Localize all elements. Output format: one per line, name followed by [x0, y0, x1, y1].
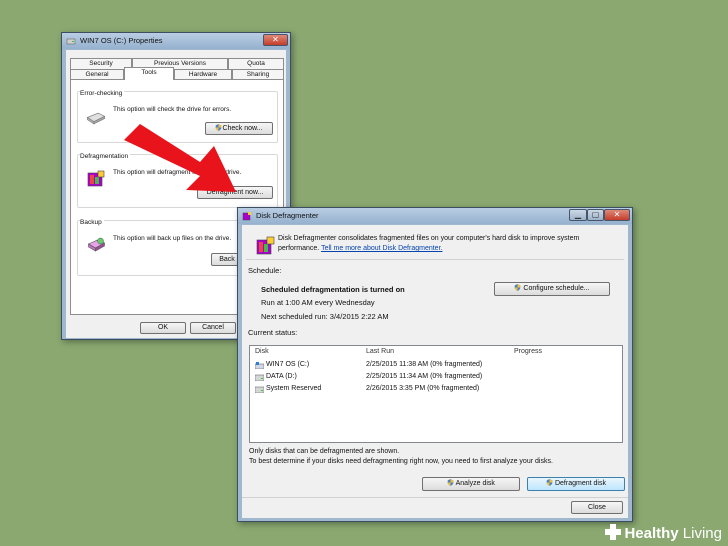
disk-last-run: 2/26/2015 3:35 PM (0% fragmented)	[366, 385, 480, 392]
analyze-disk-button[interactable]: Analyze disk	[422, 477, 520, 491]
shield-icon	[515, 284, 521, 291]
note-line-1: Only disks that can be defragmented are …	[249, 448, 400, 455]
col-last-run[interactable]: Last Run	[366, 348, 394, 355]
tab-tools[interactable]: Tools	[124, 67, 174, 80]
defrag-app-icon	[87, 170, 105, 187]
error-checking-text: This option will check the drive for err…	[113, 106, 232, 113]
defragment-disk-button[interactable]: Defragment disk	[527, 477, 625, 491]
configure-schedule-button[interactable]: Configure schedule...	[494, 282, 610, 296]
intro-text: Disk Defragmenter consolidates fragmente…	[278, 234, 614, 254]
watermark-suffix: Living	[682, 525, 722, 542]
col-disk[interactable]: Disk	[255, 348, 269, 355]
note-line-2: To best determine if your disks need def…	[249, 458, 553, 465]
arrow-shape	[124, 124, 236, 192]
red-arrow-annotation	[124, 124, 236, 192]
hard-drive-icon	[86, 112, 106, 125]
next-run: Next scheduled run: 3/4/2015 2:22 AM	[261, 312, 389, 321]
defrag-app-icon	[242, 212, 251, 221]
intro-separator	[246, 259, 624, 260]
cancel-label: Cancel	[202, 324, 224, 331]
disk-row[interactable]: System Reserved 2/26/2015 3:35 PM (0% fr…	[253, 384, 619, 396]
close-icon: ✕	[272, 35, 279, 44]
schedule-status: Scheduled defragmentation is turned on	[261, 285, 405, 294]
close-button[interactable]: Close	[571, 501, 623, 514]
defrag-close-x-button[interactable]: ✕	[604, 209, 630, 221]
defrag-title: Disk Defragmenter	[256, 211, 319, 220]
watermark-prefix: Healthy	[624, 525, 679, 542]
minimize-button[interactable]: ▁	[569, 209, 587, 221]
shield-icon	[447, 479, 454, 486]
properties-titlebar: WIN7 OS (C:) Properties	[62, 33, 290, 49]
disk-name: DATA (D:)	[266, 373, 297, 380]
drive-icon	[255, 386, 264, 393]
backup-icon	[87, 237, 106, 252]
disk-row[interactable]: WIN7 OS (C:) 2/25/2015 11:38 AM (0% frag…	[253, 360, 619, 372]
analyze-disk-label: Analyze disk	[455, 480, 495, 487]
drive-icon	[66, 38, 76, 45]
close-label: Close	[588, 504, 606, 511]
plus-logo-icon	[605, 524, 622, 540]
maximize-icon: ▢	[591, 210, 600, 219]
defrag-window: Disk Defragmenter ▁ ▢ ✕ Disk Defragmente…	[237, 207, 633, 522]
properties-title: WIN7 OS (C:) Properties	[80, 36, 163, 45]
tab-quota[interactable]: Quota	[228, 58, 284, 69]
healthy-living-watermark: Healthy Living	[605, 522, 722, 542]
defrag-banner-icon	[256, 236, 275, 255]
defragment-disk-label: Defragment disk	[554, 480, 606, 487]
schedule-label: Schedule:	[248, 266, 282, 275]
windows-drive-icon	[255, 362, 264, 369]
ok-label: OK	[157, 324, 169, 331]
maximize-button[interactable]: ▢	[587, 209, 604, 221]
backup-label: Backup	[80, 219, 104, 226]
disk-row[interactable]: DATA (D:) 2/25/2015 11:34 AM (0% fragmen…	[253, 372, 619, 384]
ok-button[interactable]: OK	[140, 322, 186, 334]
disk-list: Disk Last Run Progress WIN7 OS (C:) 2/25…	[249, 345, 623, 443]
shield-icon	[546, 479, 553, 486]
cancel-button[interactable]: Cancel	[190, 322, 236, 334]
disk-last-run: 2/25/2015 11:34 AM (0% fragmented)	[366, 373, 483, 380]
properties-close-button[interactable]: ✕	[263, 34, 288, 46]
disk-name: System Reserved	[266, 385, 322, 392]
schedule-when: Run at 1:00 AM every Wednesday	[261, 298, 375, 307]
disk-last-run: 2/25/2015 11:38 AM (0% fragmented)	[366, 361, 483, 368]
tab-security[interactable]: Security	[70, 58, 132, 69]
close-icon: ✕	[613, 210, 621, 219]
current-status-label: Current status:	[248, 328, 298, 337]
col-progress[interactable]: Progress	[514, 348, 542, 355]
defrag-client: Disk Defragmenter consolidates fragmente…	[242, 225, 628, 518]
drive-icon	[255, 374, 264, 381]
disk-name: WIN7 OS (C:)	[266, 361, 310, 368]
tell-me-more-link[interactable]: Tell me more about Disk Defragmenter.	[321, 245, 442, 252]
footer-separator	[242, 497, 628, 498]
configure-schedule-label: Configure schedule...	[523, 285, 590, 292]
minimize-icon: ▁	[574, 210, 582, 219]
error-checking-label: Error-checking	[80, 90, 125, 97]
backup-text: This option will back up files on the dr…	[113, 235, 232, 242]
